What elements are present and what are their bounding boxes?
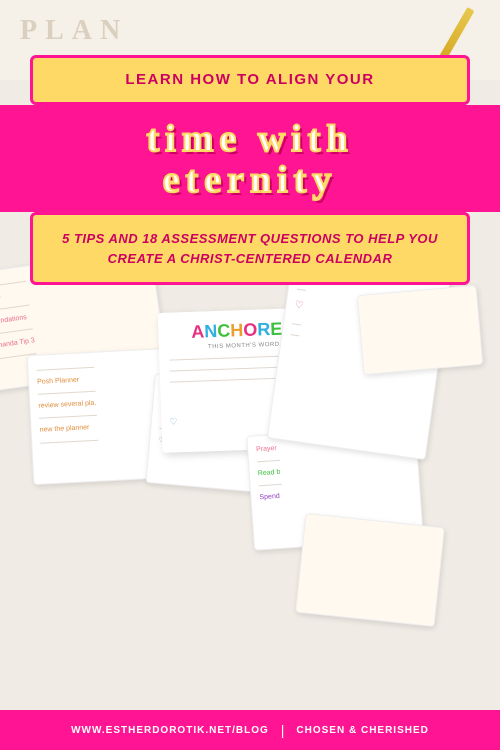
title-line2: eternity bbox=[10, 160, 490, 202]
page-wrapper: PLAN Bible Foundations Amanda Tip 3 Posh… bbox=[0, 0, 500, 750]
yellow-subtitle-box: 5 TIPS AND 18 ASSESSMENT QUESTIONS TO HE… bbox=[30, 212, 470, 285]
footer-website: WWW.ESTHERDOROTIK.NET/BLOG bbox=[71, 725, 269, 736]
subtitle-text: 5 TIPS AND 18 ASSESSMENT QUESTIONS TO HE… bbox=[53, 229, 447, 268]
background-paper-7 bbox=[357, 285, 484, 375]
footer-divider: | bbox=[281, 722, 285, 738]
title-line1: time with bbox=[10, 119, 490, 161]
pink-title-bar: time with eternity bbox=[0, 105, 500, 213]
background-paper-5 bbox=[295, 513, 445, 627]
content-overlay: LEARN HOW TO ALIGN YOUR time with eterni… bbox=[0, 55, 500, 285]
footer-brand: CHOSEN & CHERISHED bbox=[296, 725, 428, 736]
footer-bar: WWW.ESTHERDOROTIK.NET/BLOG | CHOSEN & CH… bbox=[0, 710, 500, 750]
plan-watermark: PLAN bbox=[20, 15, 128, 47]
yellow-header-box: LEARN HOW TO ALIGN YOUR bbox=[30, 55, 470, 105]
header-text: LEARN HOW TO ALIGN YOUR bbox=[53, 70, 447, 90]
